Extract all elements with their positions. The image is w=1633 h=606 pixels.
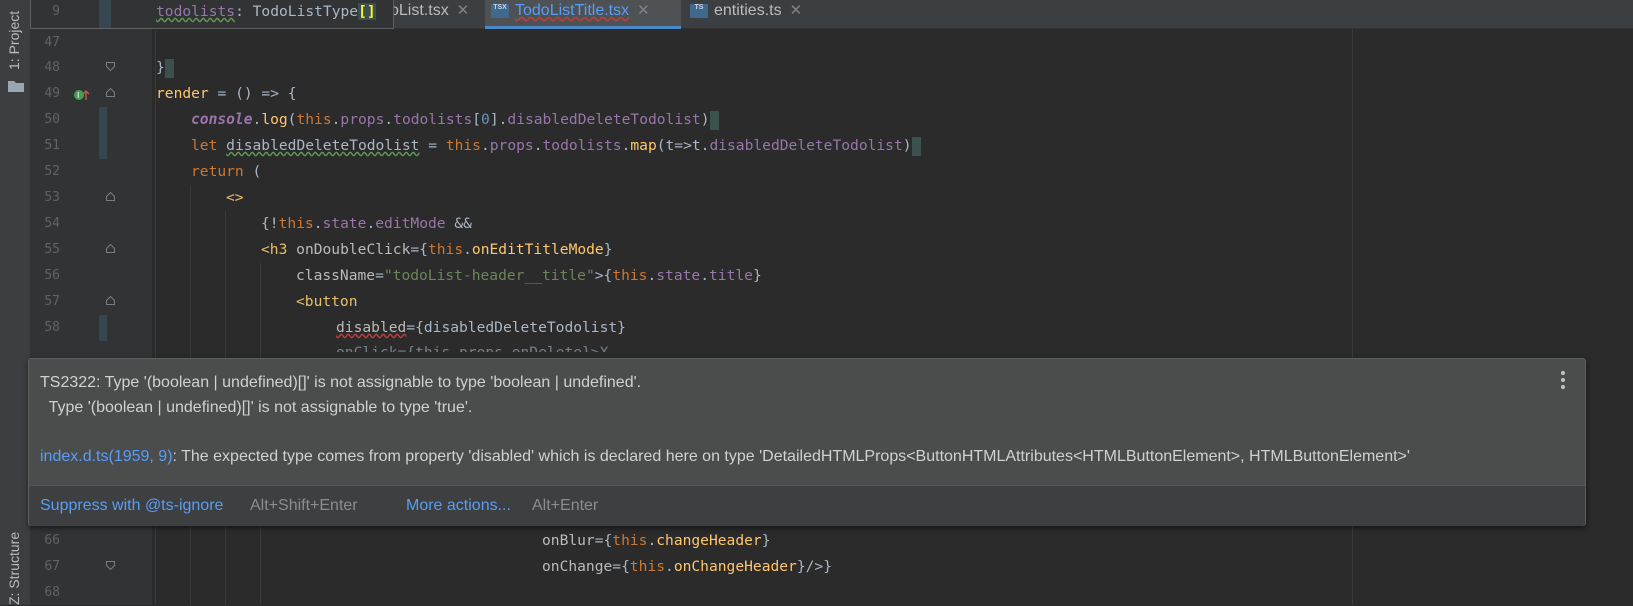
code-line-55: <h3 onDoubleClick={this.onEditTitleMode} (261, 241, 613, 258)
change-marker (99, 0, 111, 28)
declaration-link[interactable]: index.d.ts(1959, 9) (40, 448, 173, 465)
line-number: 55 (44, 242, 60, 257)
more-actions-shortcut: Alt+Enter (532, 497, 599, 514)
line-number: 58 (44, 320, 60, 335)
code-line-59-partial: onClick={this.props.onDelete}>X (336, 340, 608, 352)
close-icon[interactable]: ✕ (457, 2, 470, 19)
code-line-53: <> (226, 189, 244, 206)
line-number: 51 (44, 138, 60, 153)
error-detail: Type '(boolean | undefined)[]' is not as… (40, 399, 473, 416)
project-toolwindow-button[interactable]: 1: Project (6, 11, 22, 70)
change-marker[interactable] (99, 107, 107, 159)
ts-file-icon: TS (690, 3, 708, 18)
code-line-54: {!this.state.editMode && (261, 215, 472, 232)
sticky-scope-header[interactable]: 9 todolists: TodoListType[] (30, 0, 394, 29)
active-tab-indicator (485, 26, 681, 29)
more-options-icon[interactable] (1561, 371, 1567, 392)
structure-toolwindow-button[interactable]: Z: Structure (6, 532, 22, 605)
tab-entities[interactable]: TS entities.ts ✕ (690, 0, 830, 28)
code-line-66: onBlur={this.changeHeader} (542, 532, 771, 549)
suppress-shortcut: Alt+Shift+Enter (250, 497, 358, 514)
fold-start-icon[interactable] (106, 192, 115, 201)
more-actions-link[interactable]: More actions... (406, 497, 511, 515)
code-line-67: onChange={this.onChangeHeader}/>} (542, 558, 832, 575)
line-number: 53 (44, 190, 60, 205)
line-number: 68 (44, 585, 60, 600)
line-number: 66 (44, 533, 60, 548)
line-number: 67 (44, 559, 60, 574)
line-number: 57 (44, 294, 60, 309)
line-number: 54 (44, 216, 60, 231)
code-line-56: className="todoList-header__title">{this… (296, 267, 762, 284)
close-icon[interactable]: ✕ (790, 2, 803, 19)
fold-start-icon[interactable] (106, 244, 115, 253)
line-number: 48 (44, 60, 60, 75)
code-line-50: console.log(this.props.todolists[0].disa… (191, 107, 719, 133)
code-line-58: disabled={disabledDeleteTodolist} (336, 319, 626, 336)
line-number: 52 (44, 164, 60, 179)
fold-end-icon[interactable] (106, 561, 115, 570)
change-marker[interactable] (99, 315, 107, 341)
tab-label: oList.tsx (390, 2, 449, 19)
error-source: index.d.ts(1959, 9): The expected type c… (40, 448, 1410, 465)
tab-todolisttitle[interactable]: TSX TodoListTitle.tsx ✕ (485, 0, 681, 28)
line-number: 9 (52, 4, 60, 19)
tool-window-strip: 1: Project Z: Structure (0, 0, 31, 605)
line-number: 47 (44, 35, 60, 50)
tsx-file-icon: TSX (491, 3, 509, 18)
tab-todolist[interactable]: oList.tsx ✕ (390, 0, 475, 28)
line-number: 56 (44, 268, 60, 283)
suppress-ts-ignore-action[interactable]: Suppress with @ts-ignore (40, 497, 223, 515)
error-tooltip: TS2322: Type '(boolean | undefined)[]' i… (28, 358, 1586, 526)
error-message: TS2322: Type '(boolean | undefined)[]' i… (40, 374, 642, 391)
tab-label: TodoListTitle.tsx (515, 2, 630, 19)
quick-fix-bar: Suppress with @ts-ignore Alt+Shift+Enter… (29, 485, 1585, 526)
line-number: 49 (44, 86, 60, 101)
editor-tabs: oList.tsx ✕ TSX TodoListTitle.tsx ✕ TS entit… (390, 0, 1633, 29)
close-icon[interactable]: ✕ (637, 2, 650, 19)
override-method-icon[interactable]: I (73, 88, 91, 102)
code-line-48: } (156, 55, 174, 81)
fold-start-icon[interactable] (106, 88, 115, 97)
code-line-52: return ( (191, 163, 262, 180)
fold-start-icon[interactable] (106, 296, 115, 305)
tab-label: entities.ts (714, 2, 782, 19)
code-line-51: let disabledDeleteTodolist = this.props.… (191, 133, 921, 159)
svg-text:I: I (77, 91, 79, 100)
code-line-57: <button (296, 293, 358, 310)
fold-end-icon[interactable] (106, 62, 115, 71)
sticky-code-line: todolists: TodoListType[] (156, 3, 376, 20)
line-number: 50 (44, 112, 60, 127)
folder-icon[interactable] (8, 80, 24, 92)
code-line-49: render = () => { (156, 85, 297, 102)
